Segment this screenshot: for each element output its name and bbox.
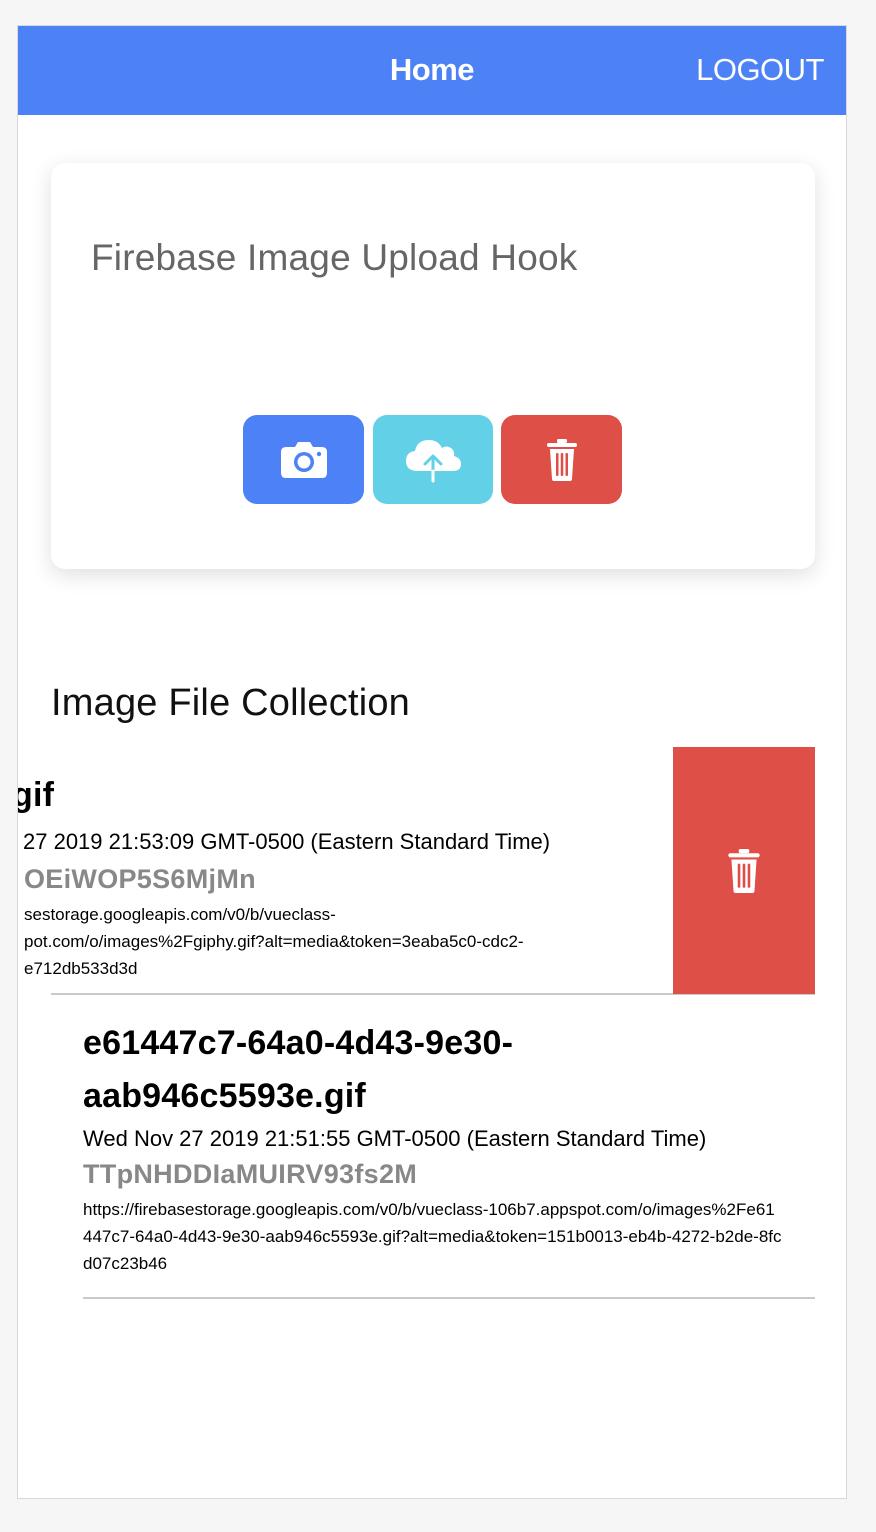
trash-icon	[728, 848, 760, 893]
card-title: Firebase Image Upload Hook	[91, 237, 578, 278]
app-screen: Home LOGOUT Firebase Image Upload Hook I…	[17, 25, 847, 1499]
file-url-line: e712db533d3d	[24, 959, 138, 978]
file-date: 27 2019 21:53:09 GMT-0500 (Eastern Stand…	[23, 829, 551, 854]
take-photo-button[interactable]	[243, 415, 364, 504]
file-url-line: sestorage.googleapis.com/v0/b/vueclass-	[24, 905, 336, 924]
divider	[83, 1297, 815, 1299]
file-id: TTpNHDDIaMUIRV93fs2M	[83, 1159, 418, 1189]
file-name: gif	[18, 776, 55, 814]
file-url: https://firebasestorage.googleapis.com/v…	[83, 1200, 782, 1273]
collection-heading: Image File Collection	[51, 682, 411, 724]
list-item[interactable]: gif 27 2019 21:53:09 GMT-0500 (Eastern S…	[18, 747, 846, 995]
file-url-line: pot.com/o/images%2Fgiphy.gif?alt=media&t…	[24, 932, 524, 951]
delete-button[interactable]	[501, 415, 622, 504]
list-item-content: e61447c7-64a0-4d43-9e30-aab946c5593e.gif…	[83, 995, 803, 1277]
file-id: OEiWOP5S6MjMn	[24, 864, 256, 894]
top-toolbar: Home LOGOUT	[18, 26, 846, 115]
file-url: sestorage.googleapis.com/v0/b/vueclass- …	[18, 901, 584, 982]
cloud-upload-icon	[406, 439, 461, 482]
camera-icon	[280, 441, 327, 478]
upload-button[interactable]	[373, 415, 493, 504]
file-date: Wed Nov 27 2019 21:51:55 GMT-0500 (Easte…	[83, 1126, 707, 1151]
list-item[interactable]: e61447c7-64a0-4d43-9e30-aab946c5593e.gif…	[18, 995, 846, 1329]
list-item-content: gif 27 2019 21:53:09 GMT-0500 (Eastern S…	[18, 747, 684, 982]
trash-icon	[546, 438, 577, 481]
swipe-delete-button[interactable]	[673, 747, 815, 994]
logout-button[interactable]: LOGOUT	[696, 52, 824, 88]
file-name: e61447c7-64a0-4d43-9e30-aab946c5593e.gif	[83, 1024, 514, 1115]
upload-card: Firebase Image Upload Hook	[51, 163, 815, 569]
